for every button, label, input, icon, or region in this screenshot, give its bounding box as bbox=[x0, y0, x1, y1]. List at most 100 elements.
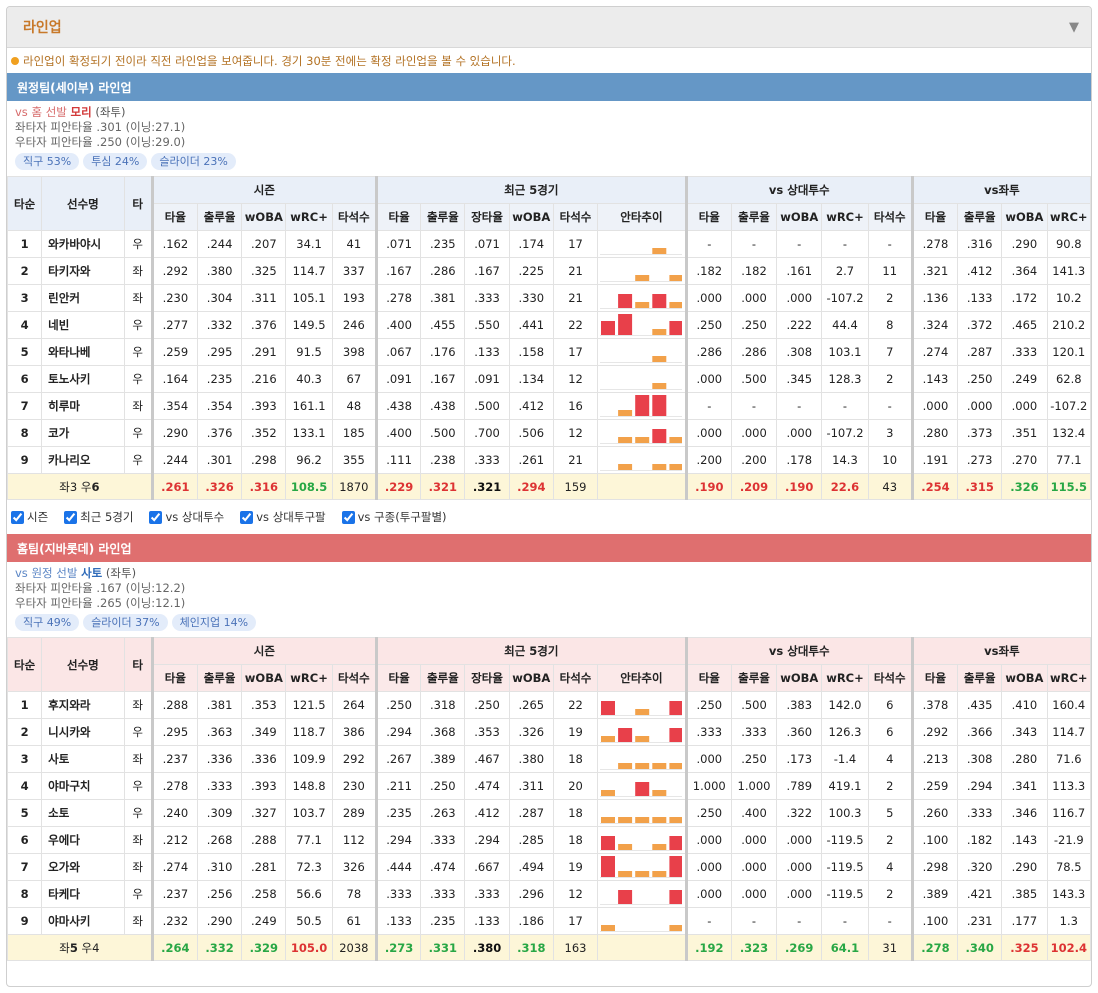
player-name[interactable]: 코가 bbox=[41, 419, 125, 447]
batting-order: 1 bbox=[7, 691, 43, 719]
player-name[interactable]: 야마구치 bbox=[41, 772, 125, 800]
vsp-stat-cell: .286 bbox=[684, 338, 732, 366]
collapse-toggle-icon[interactable]: ▼ bbox=[1069, 20, 1079, 35]
hit-trend-bar bbox=[652, 763, 667, 769]
player-name[interactable]: 오가와 bbox=[41, 853, 125, 881]
player-row[interactable]: 1 와카바야시 우 .162.244.207 34.1 41.071.235.071.17… bbox=[7, 230, 1091, 258]
vsl-stat-cell: -107.2 bbox=[1046, 392, 1091, 420]
filter-checkbox-item[interactable]: vs 구종(투구팔별) bbox=[341, 509, 447, 525]
team-total-row: 좌3 우6.261.326.316 108.5 1870.229.321.321.2… bbox=[7, 473, 1091, 500]
hit-trend-bar bbox=[652, 329, 667, 335]
col-bat-hand: 타 bbox=[123, 637, 153, 692]
player-row[interactable]: 4 야마구치 우 .278.333.393 148.8 230.211.250.474.3… bbox=[7, 772, 1091, 800]
player-row[interactable]: 5 와타나베 우 .259.295.291 91.5 398.067.176.133.15… bbox=[7, 338, 1091, 366]
player-row[interactable]: 9 카나리오 우 .244.301.298 96.2 355.111.238.333.26… bbox=[7, 446, 1091, 474]
vsl-stat-cell: .294 bbox=[957, 772, 1003, 800]
player-row[interactable]: 7 오가와 좌 .274.310.281 72.3 326.444.474.667.494… bbox=[7, 853, 1091, 881]
player-name[interactable]: 타케다 bbox=[41, 880, 125, 908]
season-stat-cell: 67 bbox=[331, 365, 377, 393]
filter-checkbox-item[interactable]: vs 상대투수 bbox=[149, 509, 224, 525]
total-vsp-cell: .269 bbox=[776, 934, 823, 961]
player-row[interactable]: 8 타케다 우 .237.256.258 56.6 78.333.333.333.296 1… bbox=[7, 880, 1091, 908]
recent-stat-cell: .412 bbox=[464, 799, 510, 827]
player-row[interactable]: 6 우에다 좌 .212.268.288 77.1 112.294.333.294.285… bbox=[7, 826, 1091, 854]
player-name[interactable]: 타키자와 bbox=[41, 257, 125, 285]
season-stat-cell: .336 bbox=[196, 745, 243, 773]
player-row[interactable]: 8 코가 우 .290.376.352 133.1 185.400.500.700.506… bbox=[7, 419, 1091, 447]
player-row[interactable]: 3 린안커 좌 .230.304.311 105.1 193.278.381.333.33… bbox=[7, 284, 1091, 312]
season-stat-cell: 48 bbox=[331, 392, 377, 420]
recent-stat-cell: 16 bbox=[552, 392, 599, 420]
batting-order: 3 bbox=[7, 284, 43, 312]
recent-stat-cell: .368 bbox=[420, 718, 466, 746]
handedness-text: 좌 bbox=[59, 940, 70, 955]
col-season-stat: wRC+ bbox=[285, 203, 333, 231]
bat-hand: 우 bbox=[123, 365, 153, 393]
filter-checkbox-label: vs 구종(투구팔별) bbox=[357, 510, 447, 524]
player-name[interactable]: 네빈 bbox=[41, 311, 125, 339]
player-row[interactable]: 2 타키자와 좌 .292.380.325 114.7 337.167.286.167.2… bbox=[7, 257, 1091, 285]
home-lineup-section: 홈팀(지바롯데) 라인업 vs 원정 선발 사토 (좌투) 좌타자 피안타율 .16… bbox=[7, 534, 1091, 961]
batting-order: 7 bbox=[7, 853, 43, 881]
season-stat-cell: .235 bbox=[196, 365, 243, 393]
total-vsl-cell: .315 bbox=[957, 473, 1003, 500]
player-name[interactable]: 히루마 bbox=[41, 392, 125, 420]
away-pitch-mix: 직구 53% 투심 24% 슬라이더 23% bbox=[7, 150, 1091, 174]
player-name[interactable]: 카나리오 bbox=[41, 446, 125, 474]
batting-order: 9 bbox=[7, 446, 43, 474]
filter-checkbox[interactable] bbox=[240, 510, 254, 524]
col-order: 타순 bbox=[7, 637, 43, 692]
total-vsl-cell: .325 bbox=[1001, 934, 1048, 961]
vsl-stat-cell: .351 bbox=[1001, 419, 1048, 447]
player-row[interactable]: 2 니시카와 우 .295.363.349 118.7 386.294.368.353.3… bbox=[7, 718, 1091, 746]
season-stat-cell: 264 bbox=[331, 691, 377, 719]
season-stat-cell: .292 bbox=[150, 257, 198, 285]
vsp-stat-cell: .000 bbox=[730, 880, 778, 908]
notice-dot-icon bbox=[11, 56, 19, 65]
handedness-summary: 좌5 우4 bbox=[7, 934, 153, 961]
total-vsl-cell: 102.4 bbox=[1046, 934, 1091, 961]
season-stat-cell: 193 bbox=[331, 284, 377, 312]
player-name[interactable]: 토노사키 bbox=[41, 365, 125, 393]
vsl-stat-cell: .250 bbox=[957, 365, 1003, 393]
player-row[interactable]: 3 사토 좌 .237.336.336 109.9 292.267.389.467.380… bbox=[7, 745, 1091, 773]
player-row[interactable]: 9 야마사키 좌 .232.290.249 50.5 61.133.235.133.186… bbox=[7, 907, 1091, 935]
pitcher-name[interactable]: 사토 bbox=[81, 566, 102, 580]
player-name[interactable]: 사토 bbox=[41, 745, 125, 773]
season-stat-cell: 112 bbox=[331, 826, 377, 854]
col-vsl-stat: wOBA bbox=[1001, 203, 1048, 231]
filter-checkbox[interactable] bbox=[341, 510, 355, 524]
batting-order: 4 bbox=[7, 311, 43, 339]
player-name[interactable]: 와타나베 bbox=[41, 338, 125, 366]
player-row[interactable]: 6 토노사키 우 .164.235.216 40.3 67.091.167.091.134… bbox=[7, 365, 1091, 393]
player-row[interactable]: 4 네빈 우 .277.332.376 149.5 246.400.455.550.441… bbox=[7, 311, 1091, 339]
filter-checkbox-item[interactable]: vs 상대투구팔 bbox=[240, 509, 326, 525]
hit-trend-bar bbox=[669, 728, 683, 742]
recent-stat-cell: .444 bbox=[374, 853, 422, 881]
pitcher-name[interactable]: 모리 bbox=[71, 105, 92, 119]
player-name[interactable]: 니시카와 bbox=[41, 718, 125, 746]
recent-stat-cell: .287 bbox=[508, 799, 554, 827]
player-name[interactable]: 와카바야시 bbox=[41, 230, 125, 258]
player-row[interactable]: 5 소토 우 .240.309.327 103.7 289.235.263.412.287… bbox=[7, 799, 1091, 827]
player-name[interactable]: 우에다 bbox=[41, 826, 125, 854]
recent-stat-cell: .400 bbox=[374, 311, 422, 339]
filter-checkbox-item[interactable]: 시즌 bbox=[11, 509, 48, 525]
filter-checkbox[interactable] bbox=[11, 510, 24, 524]
filter-checkbox[interactable] bbox=[64, 510, 78, 524]
player-name[interactable]: 야마사키 bbox=[41, 907, 125, 935]
player-name[interactable]: 소토 bbox=[41, 799, 125, 827]
player-row[interactable]: 7 히루마 좌 .354.354.393 161.1 48.438.438.500.412… bbox=[7, 392, 1091, 420]
filter-checkbox[interactable] bbox=[149, 510, 163, 524]
recent-stat-cell: .333 bbox=[420, 880, 466, 908]
hit-trend-chart bbox=[600, 701, 683, 716]
season-stat-cell: .301 bbox=[196, 446, 243, 474]
player-row[interactable]: 1 후지와라 좌 .288.381.353 121.5 264.250.318.250.2… bbox=[7, 691, 1091, 719]
season-stat-cell: 96.2 bbox=[285, 446, 333, 474]
vsp-stat-cell: .000 bbox=[776, 880, 823, 908]
player-name[interactable]: 린안커 bbox=[41, 284, 125, 312]
panel-header[interactable]: 라인업 ▼ bbox=[7, 7, 1091, 48]
vsl-stat-cell: 1.3 bbox=[1046, 907, 1091, 935]
player-name[interactable]: 후지와라 bbox=[41, 691, 125, 719]
filter-checkbox-item[interactable]: 최근 5경기 bbox=[64, 509, 133, 525]
